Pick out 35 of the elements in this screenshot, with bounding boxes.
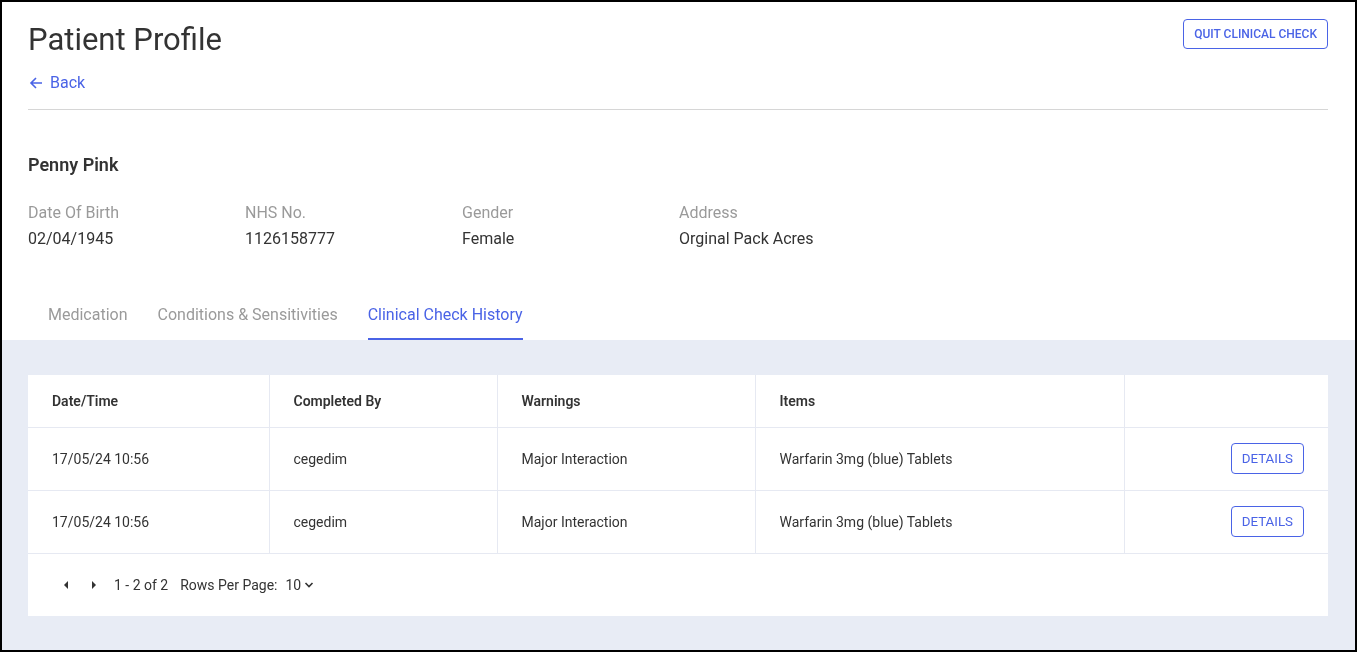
rows-per-page-select[interactable]: 10: [285, 576, 315, 593]
column-header: Items: [755, 374, 1124, 427]
column-header: Completed By: [269, 374, 497, 427]
field-label: Date Of Birth: [28, 202, 121, 222]
table-cell: Warfarin 3mg (blue) Tablets: [755, 490, 1124, 553]
table-cell: Major Interaction: [497, 490, 755, 553]
details-button[interactable]: DETAILS: [1230, 443, 1304, 474]
table-cell: Major Interaction: [497, 427, 755, 490]
triangle-left-icon: [62, 579, 70, 590]
table-cell: Warfarin 3mg (blue) Tablets: [755, 427, 1124, 490]
table-cell: 17/05/24 10:56: [28, 490, 269, 553]
field-label: Address: [679, 202, 739, 222]
column-header: Warnings: [497, 374, 755, 427]
arrow-left-icon: [28, 74, 44, 91]
chevron-down-icon: [304, 580, 315, 589]
page-title: Patient Profile: [28, 20, 222, 60]
field-value: 1126158777: [245, 228, 336, 248]
triangle-right-icon: [90, 579, 98, 590]
patient-name: Penny Pink: [28, 153, 119, 175]
page-range: 1 - 2 of 2: [114, 576, 169, 593]
back-link[interactable]: Back: [28, 73, 86, 92]
column-header: Date/Time: [28, 374, 269, 427]
field-value: Female: [462, 228, 516, 248]
field-value: 02/04/1945: [28, 228, 115, 248]
table-cell: cegedim: [269, 490, 497, 553]
table-cell: 17/05/24 10:56: [28, 427, 269, 490]
tab[interactable]: Conditions & Sensitivities: [157, 299, 338, 340]
rows-per-page-label: Rows Per Page:: [180, 576, 278, 593]
field-value: Orginal Pack Acres: [679, 228, 815, 248]
field-label: Gender: [462, 202, 515, 222]
quit-clinical-check-button[interactable]: QUIT CLINICAL CHECK: [1183, 19, 1328, 49]
details-button[interactable]: DETAILS: [1230, 506, 1304, 537]
tab[interactable]: Medication: [48, 299, 128, 340]
table-cell: cegedim: [269, 427, 497, 490]
field-label: NHS No.: [245, 202, 308, 222]
